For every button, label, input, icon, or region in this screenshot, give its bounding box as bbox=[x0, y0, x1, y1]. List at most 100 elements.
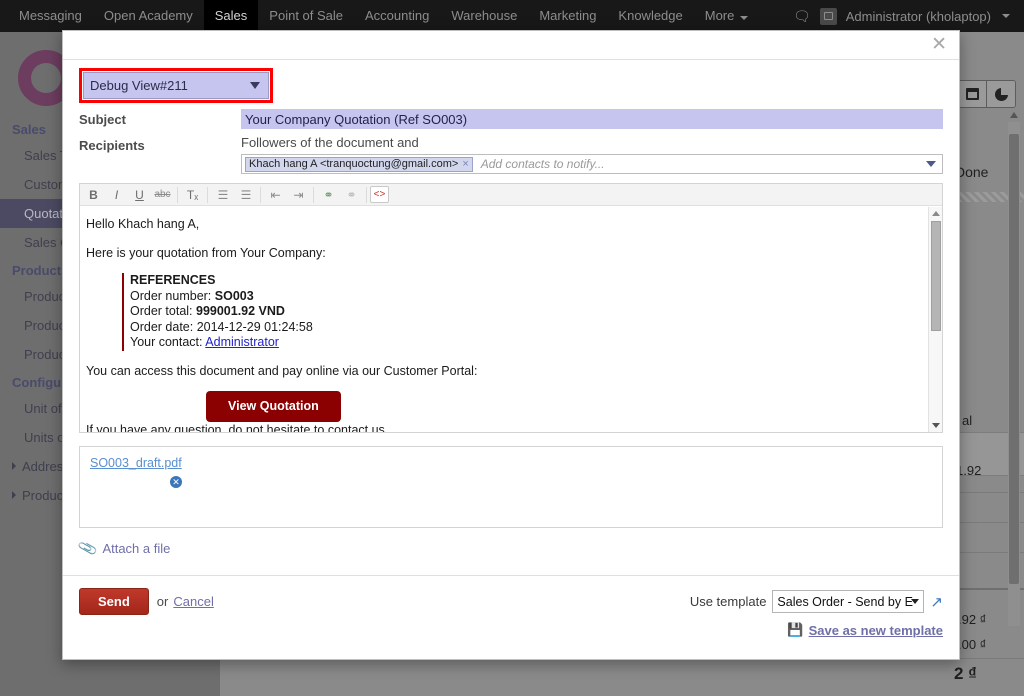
scrollbar-thumb[interactable] bbox=[1009, 134, 1019, 584]
template-select[interactable]: Sales Order - Send by E bbox=[772, 590, 924, 613]
graph-view-button[interactable] bbox=[987, 81, 1015, 107]
recipient-tag[interactable]: Khach hang A <tranquoctung@gmail.com> × bbox=[245, 157, 473, 172]
bold-icon[interactable]: B bbox=[82, 185, 105, 205]
numbered-list-icon[interactable]: ☰ bbox=[234, 185, 257, 205]
rich-text-editor: B I U abc Tₓ ☰ ☰ ⇤ ⇥ ⚭ ⚭ <> Hello Khach … bbox=[79, 183, 943, 433]
debug-view-select[interactable]: Debug View#211 bbox=[83, 72, 269, 99]
use-template-label: Use template bbox=[690, 594, 767, 609]
italic-icon[interactable]: I bbox=[105, 185, 128, 205]
calendar-view-button[interactable] bbox=[959, 81, 987, 107]
indent-icon[interactable]: ⇥ bbox=[287, 185, 310, 205]
status-badge: Done bbox=[955, 164, 988, 180]
attach-file-row[interactable]: 📎 Attach a file bbox=[79, 540, 943, 557]
save-template-row[interactable]: 💾 Save as new template bbox=[690, 622, 943, 638]
subject-row: Subject bbox=[79, 109, 943, 129]
chevron-down-icon bbox=[740, 16, 748, 20]
attachment-file-link[interactable]: SO003_draft.pdf bbox=[90, 456, 182, 470]
nav-item-marketing[interactable]: Marketing bbox=[528, 0, 607, 32]
top-navigation-bar: Messaging Open Academy Sales Point of Sa… bbox=[0, 0, 1024, 32]
scrollbar-thumb[interactable] bbox=[931, 221, 941, 331]
remove-format-icon[interactable]: Tₓ bbox=[181, 185, 204, 205]
chevron-down-icon bbox=[911, 599, 919, 604]
unlink-icon[interactable]: ⚭ bbox=[340, 185, 363, 205]
close-icon[interactable]: ✕ bbox=[931, 35, 947, 54]
chat-bubble-icon[interactable]: 🗨 bbox=[793, 9, 811, 23]
toolbar-divider bbox=[366, 187, 367, 203]
portal-line: You can access this document and pay onl… bbox=[86, 363, 922, 380]
references-title: REFERENCES bbox=[130, 273, 215, 287]
nav-item-knowledge[interactable]: Knowledge bbox=[607, 0, 693, 32]
insert-link-icon[interactable]: ⚭ bbox=[317, 185, 340, 205]
editor-toolbar: B I U abc Tₓ ☰ ☰ ⇤ ⇥ ⚭ ⚭ <> bbox=[80, 184, 942, 206]
template-select-value: Sales Order - Send by E bbox=[777, 595, 912, 609]
scroll-down-icon[interactable] bbox=[932, 423, 940, 428]
background-text-fragment: .92 ₫ bbox=[958, 612, 986, 627]
bullet-list-icon[interactable]: ☰ bbox=[211, 185, 234, 205]
reference-order-date: Order date: 2014-12-29 01:24:58 bbox=[130, 320, 922, 336]
view-switcher bbox=[958, 80, 1016, 108]
reference-order-number: Order number: SO003 bbox=[130, 289, 922, 305]
save-as-new-template-link[interactable]: Save as new template bbox=[809, 623, 943, 638]
order-number-label: Order number: bbox=[130, 289, 215, 303]
nav-item-more[interactable]: More bbox=[694, 0, 759, 32]
nav-item-accounting[interactable]: Accounting bbox=[354, 0, 440, 32]
debug-view-highlight: Debug View#211 bbox=[79, 68, 273, 103]
dialog-footer: Send or Cancel Use template Sales Order … bbox=[63, 575, 959, 659]
send-mail-dialog: ✕ Debug View#211 Subject Recipients Foll… bbox=[62, 30, 960, 660]
toolbar-divider bbox=[177, 187, 178, 203]
contact-link[interactable]: Administrator bbox=[205, 335, 279, 349]
or-label: or bbox=[157, 594, 169, 609]
toolbar-divider bbox=[260, 187, 261, 203]
paperclip-icon: 📎 bbox=[77, 538, 99, 560]
recipients-row: Recipients Followers of the document and… bbox=[79, 135, 943, 174]
external-link-icon[interactable]: ↗ bbox=[930, 593, 943, 611]
nav-item-sales[interactable]: Sales bbox=[204, 0, 259, 32]
floppy-disk-icon: 💾 bbox=[787, 622, 803, 638]
cancel-button[interactable]: Cancel bbox=[173, 594, 213, 609]
nav-item-open-academy[interactable]: Open Academy bbox=[93, 0, 204, 32]
dialog-body: Debug View#211 Subject Recipients Follow… bbox=[63, 60, 959, 573]
references-block: REFERENCES Order number: SO003 Order tot… bbox=[122, 273, 922, 351]
order-date-label: Order date: bbox=[130, 320, 197, 334]
nav-item-more-label: More bbox=[705, 8, 735, 23]
chevron-down-icon bbox=[250, 82, 260, 89]
nav-item-messaging[interactable]: Messaging bbox=[8, 0, 93, 32]
background-total-fragment: 2 ₫ bbox=[954, 664, 977, 684]
recipient-tag-label: Khach hang A <tranquoctung@gmail.com> bbox=[249, 157, 458, 171]
user-menu-label[interactable]: Administrator (kholaptop) bbox=[846, 9, 991, 24]
calendar-icon bbox=[966, 88, 979, 100]
order-total-label: Order total: bbox=[130, 304, 196, 318]
reference-order-total: Order total: 999001.92 VND bbox=[130, 304, 922, 320]
nav-item-point-of-sale[interactable]: Point of Sale bbox=[258, 0, 354, 32]
background-text-fragment: al bbox=[962, 413, 972, 428]
topbar-right-group: 🗨 Administrator (kholaptop) bbox=[793, 8, 1016, 25]
nav-item-warehouse[interactable]: Warehouse bbox=[440, 0, 528, 32]
recipients-note: Followers of the document and bbox=[241, 135, 943, 154]
chevron-down-icon[interactable] bbox=[926, 161, 936, 167]
subject-label: Subject bbox=[79, 109, 241, 127]
editor-content[interactable]: Hello Khach hang A, Here is your quotati… bbox=[80, 207, 928, 432]
strikethrough-icon[interactable]: abc bbox=[151, 185, 174, 205]
send-button[interactable]: Send bbox=[79, 588, 149, 615]
scroll-up-icon[interactable] bbox=[1010, 112, 1018, 118]
background-text-fragment: .00 ₫ bbox=[958, 637, 986, 652]
recipients-input[interactable]: Khach hang A <tranquoctung@gmail.com> × … bbox=[241, 154, 943, 174]
outdent-icon[interactable]: ⇤ bbox=[264, 185, 287, 205]
view-quotation-button[interactable]: View Quotation bbox=[206, 391, 341, 422]
reference-contact: Your contact: Administrator bbox=[130, 335, 922, 351]
email-greeting: Hello Khach hang A, bbox=[86, 216, 922, 233]
remove-attachment-icon[interactable]: ✕ bbox=[170, 476, 182, 488]
avatar[interactable] bbox=[820, 8, 837, 25]
subject-input[interactable] bbox=[241, 109, 943, 129]
recipients-placeholder: Add contacts to notify... bbox=[481, 157, 605, 171]
scroll-up-icon[interactable] bbox=[932, 211, 940, 216]
chevron-down-icon[interactable] bbox=[1002, 14, 1010, 18]
contact-label: Your contact: bbox=[130, 335, 205, 349]
source-code-icon[interactable]: <> bbox=[370, 186, 389, 203]
order-number-value: SO003 bbox=[215, 289, 254, 303]
page-scrollbar[interactable] bbox=[1008, 122, 1020, 626]
remove-recipient-icon[interactable]: × bbox=[462, 157, 468, 171]
editor-scrollbar[interactable] bbox=[928, 207, 942, 432]
use-template-row: Use template Sales Order - Send by E ↗ bbox=[690, 590, 943, 613]
underline-icon[interactable]: U bbox=[128, 185, 151, 205]
